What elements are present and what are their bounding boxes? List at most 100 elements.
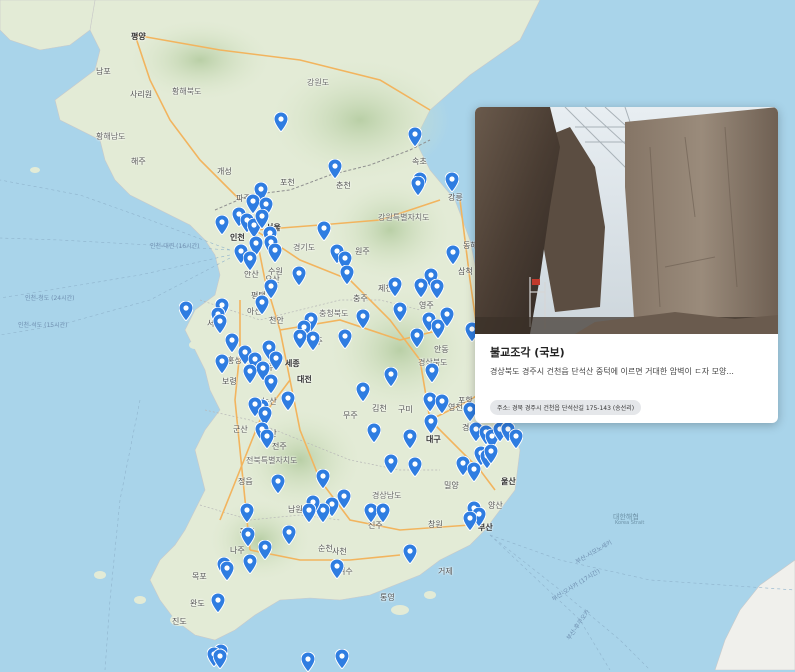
- city-label: 영주: [419, 301, 434, 310]
- city-label: 천안: [269, 316, 284, 325]
- region-label: 황해북도: [172, 87, 202, 96]
- heritage-map-marker[interactable]: [408, 127, 422, 147]
- heritage-map-marker[interactable]: [317, 221, 331, 241]
- region-label: 강원도: [307, 78, 330, 87]
- heritage-map-marker[interactable]: [243, 251, 257, 271]
- region-label: 충청북도: [319, 309, 349, 318]
- city-label: 완도: [190, 599, 205, 608]
- heritage-map-marker[interactable]: [264, 374, 278, 394]
- heritage-map-marker[interactable]: [301, 652, 315, 672]
- heritage-map-marker[interactable]: [408, 457, 422, 477]
- city-label: 강릉: [448, 193, 463, 202]
- heritage-map-marker[interactable]: [269, 351, 283, 371]
- heritage-map-marker[interactable]: [260, 429, 274, 449]
- region-label: 경상남도: [372, 491, 402, 500]
- heritage-map-marker[interactable]: [388, 277, 402, 297]
- heritage-map-marker[interactable]: [258, 540, 272, 560]
- city-label: 목포: [192, 572, 207, 581]
- heritage-map-marker[interactable]: [316, 469, 330, 489]
- region-label: 경기도: [293, 243, 316, 252]
- heritage-map-marker[interactable]: [215, 354, 229, 374]
- heritage-map-marker[interactable]: [414, 278, 428, 298]
- heritage-map-marker[interactable]: [274, 112, 288, 132]
- heritage-map-marker[interactable]: [330, 559, 344, 579]
- heritage-map-marker[interactable]: [356, 309, 370, 329]
- heritage-map-marker[interactable]: [293, 329, 307, 349]
- heritage-map-marker[interactable]: [393, 302, 407, 322]
- city-label: 구미: [398, 405, 413, 414]
- city-label: 개성: [217, 167, 232, 176]
- heritage-map-marker[interactable]: [225, 333, 239, 353]
- popup-address-badge: 주소: 경북 경주시 건천읍 단석산길 175-143 (송선리): [490, 400, 642, 415]
- city-label: 군산: [233, 425, 248, 434]
- ferry-label: 인천-대련 (16시간): [150, 243, 200, 250]
- heritage-map-marker[interactable]: [376, 503, 390, 523]
- heritage-map-marker[interactable]: [425, 363, 439, 383]
- heritage-map-marker[interactable]: [243, 554, 257, 574]
- heritage-photo: [475, 107, 778, 334]
- heritage-map-marker[interactable]: [403, 544, 417, 564]
- heritage-map-marker[interactable]: [340, 265, 354, 285]
- heritage-map-marker[interactable]: [356, 382, 370, 402]
- city-label: 남원: [288, 505, 303, 514]
- city-label: 창원: [428, 520, 443, 529]
- heritage-map-marker[interactable]: [240, 503, 254, 523]
- heritage-popup-card[interactable]: 불교조각 (국보) 경상북도 경주시 건천읍 단석산 중턱에 이르면 거대한 암…: [475, 107, 778, 423]
- heritage-map-marker[interactable]: [282, 525, 296, 545]
- city-label: 순천: [318, 544, 333, 553]
- heritage-map-marker[interactable]: [463, 511, 477, 531]
- heritage-map-marker[interactable]: [430, 279, 444, 299]
- heritage-map-marker[interactable]: [509, 429, 523, 449]
- heritage-map-marker[interactable]: [179, 301, 193, 321]
- heritage-map-marker[interactable]: [328, 159, 342, 179]
- city-label: 김천: [372, 404, 387, 413]
- heritage-map-marker[interactable]: [281, 391, 295, 411]
- heritage-map-marker[interactable]: [337, 489, 351, 509]
- heritage-map-marker[interactable]: [271, 474, 285, 494]
- sea-label: Korea Strait: [615, 520, 645, 526]
- city-label: 평양: [131, 32, 146, 41]
- heritage-map-marker[interactable]: [338, 329, 352, 349]
- heritage-map-marker[interactable]: [440, 307, 454, 327]
- city-label: 세종: [285, 359, 300, 368]
- city-label: 통영: [380, 593, 395, 602]
- heritage-map-marker[interactable]: [306, 331, 320, 351]
- city-label: 정읍: [238, 477, 253, 486]
- region-label: 황해남도: [96, 132, 126, 141]
- heritage-map-marker[interactable]: [410, 328, 424, 348]
- ferry-label: 인천-석도 (15시간): [18, 322, 68, 329]
- heritage-map-marker[interactable]: [424, 414, 438, 434]
- heritage-map-marker[interactable]: [215, 215, 229, 235]
- heritage-map-marker[interactable]: [213, 314, 227, 334]
- heritage-map-marker[interactable]: [241, 527, 255, 547]
- heritage-map-marker[interactable]: [435, 394, 449, 414]
- heritage-map-marker[interactable]: [335, 649, 349, 669]
- city-label: 전주: [272, 442, 287, 451]
- city-label: 울산: [501, 477, 516, 486]
- heritage-map-marker[interactable]: [220, 561, 234, 581]
- popup-description: 경상북도 경주시 건천읍 단석산 중턱에 이르면 거대한 암벽이 ㄷ자 모양..…: [490, 367, 734, 376]
- city-label: 양산: [488, 501, 503, 510]
- heritage-map-marker[interactable]: [384, 454, 398, 474]
- heritage-map-marker[interactable]: [411, 176, 425, 196]
- heritage-map-marker[interactable]: [384, 367, 398, 387]
- heritage-map-marker[interactable]: [213, 649, 227, 669]
- heritage-map-marker[interactable]: [484, 444, 498, 464]
- heritage-map-marker[interactable]: [467, 462, 481, 482]
- heritage-map-marker[interactable]: [446, 245, 460, 265]
- city-label: 충주: [353, 294, 368, 303]
- city-label: 대구: [426, 435, 441, 444]
- city-label: 보령: [222, 377, 237, 386]
- heritage-map-marker[interactable]: [302, 503, 316, 523]
- city-label: 인천: [230, 233, 245, 242]
- heritage-map-marker[interactable]: [243, 364, 257, 384]
- heritage-map-marker[interactable]: [255, 295, 269, 315]
- heritage-map-marker[interactable]: [211, 593, 225, 613]
- heritage-map-marker[interactable]: [445, 172, 459, 192]
- heritage-map-marker[interactable]: [367, 423, 381, 443]
- ferry-label: 인천-청도 (24시간): [25, 295, 75, 302]
- city-label: 사리원: [130, 90, 153, 99]
- heritage-map-marker[interactable]: [403, 429, 417, 449]
- heritage-map-marker[interactable]: [268, 243, 282, 263]
- heritage-map-marker[interactable]: [292, 266, 306, 286]
